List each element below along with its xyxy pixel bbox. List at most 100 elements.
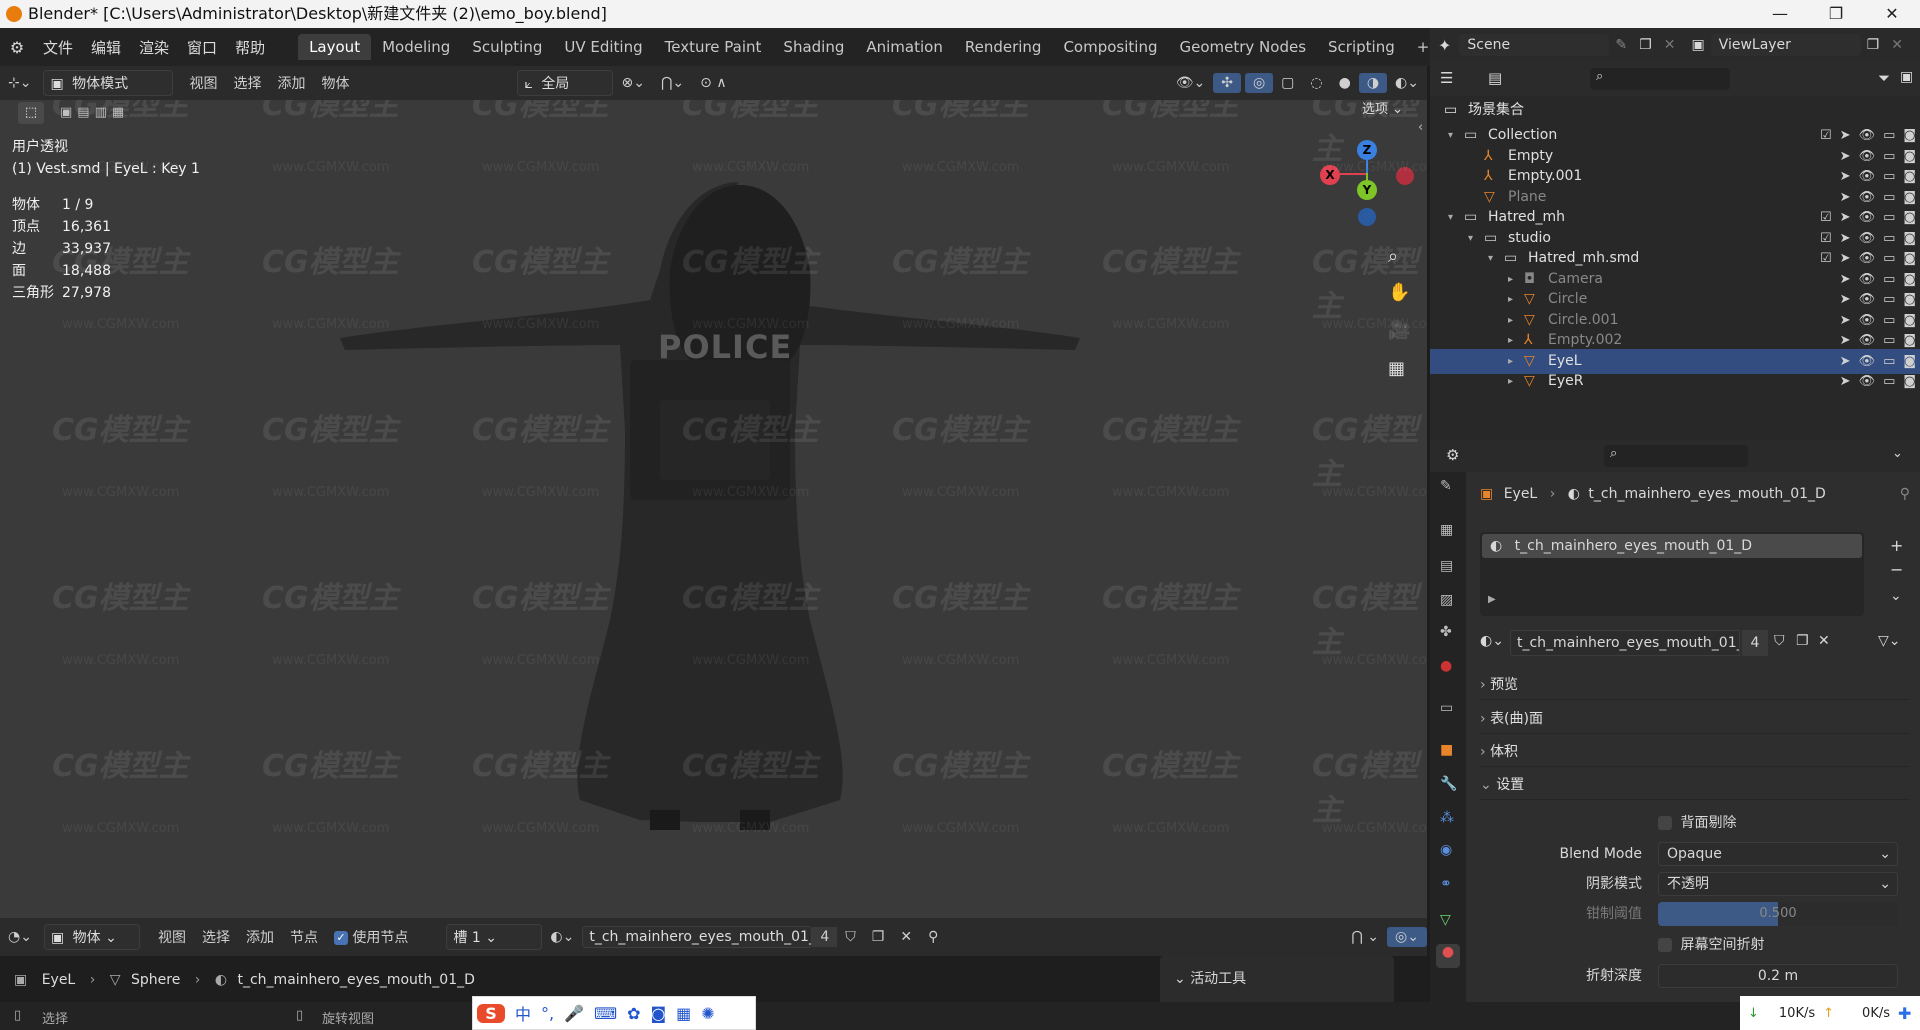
outliner-search-input[interactable]: ⌕ — [1590, 68, 1730, 90]
proportional-edit-icon[interactable]: ⊙ ∧ — [692, 73, 734, 93]
tab-geometry-nodes[interactable]: Geometry Nodes — [1168, 34, 1317, 60]
selectable-icon[interactable]: ➤ — [1840, 369, 1851, 394]
editor-type-icon[interactable]: ◔⌄ — [0, 927, 40, 947]
transform-orientation-select[interactable]: ⟀ 全局 — [517, 70, 614, 96]
filter-icon[interactable]: ⏷ — [1878, 69, 1890, 87]
maximize-button[interactable]: ❐ — [1808, 0, 1864, 28]
gizmo-toggle-icon[interactable]: ✣ — [1213, 73, 1241, 93]
wireframe-shading-icon[interactable]: ◌ — [1302, 73, 1330, 93]
viewport-disable-icon[interactable]: ▭ — [1883, 369, 1895, 394]
menu-add[interactable]: 添加 — [269, 71, 313, 95]
material-slot-item[interactable]: ◐ t_ch_mainhero_eyes_mouth_01_D — [1482, 534, 1862, 558]
ime-mic-icon[interactable]: 🎤 — [564, 1004, 584, 1023]
new-scene-icon[interactable]: ❐ — [1633, 37, 1658, 53]
link-mode-icon[interactable]: ▽⌄ — [1878, 633, 1901, 649]
tab-sculpting[interactable]: Sculpting — [461, 34, 553, 60]
material-browse-icon[interactable]: ◐⌄ — [542, 927, 582, 947]
menu-view[interactable]: 视图 — [181, 71, 225, 95]
editor-type-icon[interactable]: ☰ — [1440, 69, 1453, 87]
data-tab-icon[interactable]: ▽ — [1440, 912, 1451, 928]
physics-tab-icon[interactable]: ◉ — [1440, 842, 1452, 858]
ime-settings-icon[interactable]: ✺ — [701, 1004, 714, 1023]
chevron-down-icon[interactable]: ⌄ — [1890, 588, 1902, 604]
shader-type-select[interactable]: ▣ 物体 ⌄ — [43, 924, 140, 950]
accelerator-icon[interactable]: ✚ — [1898, 1004, 1911, 1023]
node-snap-icon[interactable]: ⋂ ⌄ — [1343, 927, 1387, 947]
tool-tab-icon[interactable]: ✎ — [1440, 478, 1452, 494]
menu-object[interactable]: 物体 — [313, 71, 357, 95]
snap-icon[interactable]: ⋂⌄ — [653, 73, 692, 93]
menu-help[interactable]: 帮助 — [226, 37, 274, 58]
blender-menu-icon[interactable]: ⚙ — [0, 38, 34, 57]
panel-settings[interactable]: ⌄ 设置 — [1480, 770, 1910, 800]
new-viewlayer-icon[interactable]: ❐ — [1861, 37, 1886, 53]
delete-scene-icon[interactable]: ✕ — [1658, 37, 1682, 53]
tab-compositing[interactable]: Compositing — [1052, 34, 1168, 60]
delete-viewlayer-icon[interactable]: ✕ — [1885, 37, 1909, 53]
duplicate-icon[interactable]: ❐ — [864, 927, 893, 947]
scene-name[interactable]: Scene — [1459, 34, 1610, 56]
use-nodes-toggle[interactable]: ✓ 使用节点 — [326, 925, 416, 949]
ime-tools-icon[interactable]: ▦ — [676, 1004, 691, 1023]
menu-select[interactable]: 选择 — [225, 71, 269, 95]
screen-refraction-checkbox[interactable] — [1658, 938, 1672, 952]
node-menu-add[interactable]: 添加 — [238, 925, 282, 949]
pin-icon[interactable]: ⚲ — [1900, 482, 1910, 506]
visibility-icon[interactable]: 👁⌄ — [1168, 73, 1214, 93]
tab-rendering[interactable]: Rendering — [954, 34, 1053, 60]
output-tab-icon[interactable]: ▤ — [1440, 558, 1453, 574]
material-shading-icon[interactable]: ◑ — [1358, 73, 1388, 93]
panel-preview[interactable]: › 预览 — [1480, 670, 1910, 700]
node-material-name-field[interactable]: t_ch_mainhero_eyes_mouth_01_D — [582, 926, 813, 948]
viewlayer-icon[interactable]: ▣ — [1681, 37, 1710, 53]
screen-refraction-row[interactable]: 屏幕空间折射 — [1658, 934, 1764, 954]
scene-icon[interactable]: ✦ — [1430, 36, 1459, 55]
material-name-field[interactable]: t_ch_mainhero_eyes_mouth_01_D — [1510, 630, 1740, 656]
render-tab-icon[interactable]: ▦ — [1440, 522, 1453, 538]
constraints-tab-icon[interactable]: ⚭ — [1440, 876, 1452, 892]
node-menu-select[interactable]: 选择 — [194, 925, 238, 949]
menu-window[interactable]: 窗口 — [178, 37, 226, 58]
node-menu-node[interactable]: 节点 — [282, 925, 326, 949]
ime-punct-icon[interactable]: °, — [541, 1004, 554, 1023]
remove-slot-button[interactable]: − — [1890, 560, 1903, 579]
3d-viewport[interactable]: ⬚ ▣▤▥▦ 用户透视 (1) Vest.smd | EyeL : Key 1 … — [0, 100, 1427, 918]
pin-icon[interactable]: ✎ — [1609, 37, 1633, 53]
collection-tab-icon[interactable]: ▭ — [1440, 700, 1453, 716]
refraction-depth-field[interactable]: 0.2 m — [1658, 964, 1898, 988]
object-tab-icon[interactable]: ■ — [1440, 742, 1453, 758]
ime-skin-icon[interactable]: ✿ — [627, 1004, 640, 1023]
slot-select[interactable]: 槽 1 ⌄ — [446, 924, 543, 950]
material-tab-icon[interactable]: ● — [1436, 944, 1460, 968]
shadow-mode-select[interactable]: 不透明 ⌄ — [1658, 872, 1898, 896]
scene-tab-icon[interactable]: ✤ — [1440, 624, 1452, 640]
tab-scripting[interactable]: Scripting — [1317, 34, 1406, 60]
modifier-tab-icon[interactable]: 🔧 — [1440, 776, 1457, 792]
pivot-icon[interactable]: ⊗⌄ — [613, 73, 652, 93]
display-mode-icon[interactable]: ▤ — [1488, 69, 1502, 87]
render-camera-icon[interactable]: ◙ — [1903, 369, 1916, 394]
solid-shading-icon[interactable]: ● — [1331, 73, 1359, 93]
expand-arrow-icon[interactable]: ▶ — [1488, 594, 1496, 605]
backface-culling-checkbox[interactable] — [1658, 816, 1672, 830]
node-menu-view[interactable]: 视图 — [150, 925, 194, 949]
add-slot-button[interactable]: + — [1890, 536, 1903, 555]
overlay-toggle-icon[interactable]: ◎ — [1244, 73, 1274, 93]
node-overlay-icon[interactable]: ◎⌄ — [1387, 927, 1427, 947]
rendered-shading-icon[interactable]: ◐⌄ — [1387, 73, 1427, 93]
expand-arrow-icon[interactable]: ▸ — [1508, 369, 1513, 394]
tab-shading[interactable]: Shading — [772, 34, 855, 60]
ime-game-icon[interactable]: ◙ — [651, 1004, 667, 1023]
eye-icon[interactable]: 👁 — [1859, 369, 1876, 394]
outliner-item[interactable]: ▸ ▽ EyeR ➤ 👁 ▭ ◙ — [1430, 369, 1920, 394]
panel-volume[interactable]: › 体积 — [1480, 737, 1910, 767]
tab-texture-paint[interactable]: Texture Paint — [654, 34, 773, 60]
chevron-down-icon[interactable]: ⌄ — [1892, 446, 1903, 461]
tab-uv-editing[interactable]: UV Editing — [553, 34, 653, 60]
menu-render[interactable]: 渲染 — [130, 37, 178, 58]
editor-type-icon[interactable]: ⊹⌄ — [0, 73, 39, 93]
fake-user-icon[interactable]: ⛉ — [1774, 633, 1785, 649]
minimize-button[interactable]: — — [1752, 0, 1808, 28]
world-tab-icon[interactable]: ● — [1440, 658, 1452, 674]
properties-editor-icon[interactable]: ⚙ — [1446, 446, 1459, 464]
